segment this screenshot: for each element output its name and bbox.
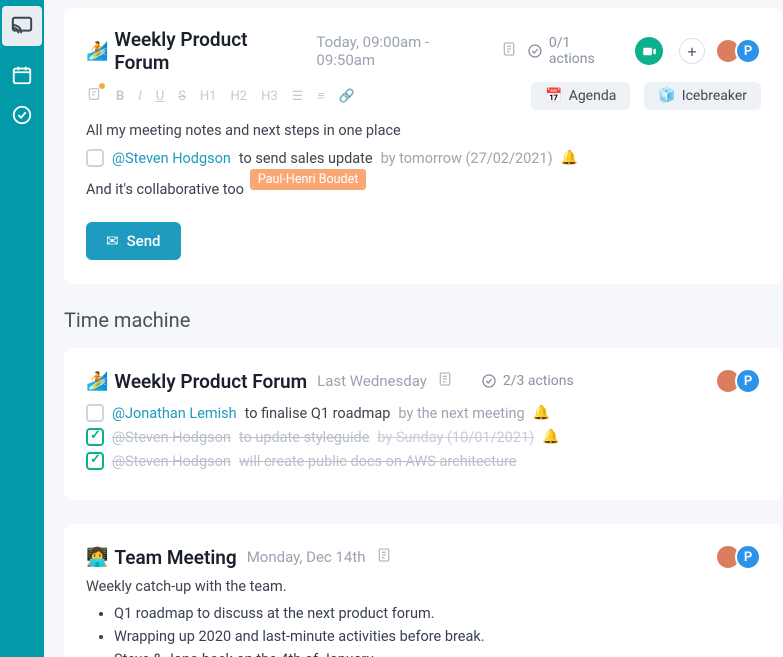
task-due: by the next meeting [398,405,524,422]
video-button[interactable] [635,37,663,65]
task-checkbox[interactable] [86,404,104,422]
meeting-card-current: 🏄 Weekly Product Forum Today, 09:00am - … [64,8,783,284]
meeting-emoji: 🏄 [86,41,108,62]
underline-button[interactable]: U [156,89,164,104]
meeting-bullets: Q1 roadmap to discuss at the next produc… [86,605,761,657]
meeting-emoji: 🏄 [86,371,108,392]
strike-button[interactable]: S [178,89,186,104]
collab-text[interactable]: And it's collaborative too Paul-Henri Bo… [86,179,761,200]
ice-icon: 🧊 [658,88,675,104]
task-checkbox[interactable] [86,149,104,167]
meeting-time: Last Wednesday [317,372,427,390]
actions-count[interactable]: 2/3 actions [481,373,574,389]
numbered-list-button[interactable]: ≡ [317,88,325,104]
doc-icon[interactable] [376,546,392,568]
attendee-avatars[interactable]: P [721,544,761,570]
meeting-note-text[interactable]: All my meeting notes and next steps in o… [86,122,761,139]
task-row: @Steven Hodgson to send sales update by … [86,149,761,167]
task-text: to send sales update [239,150,373,167]
task-text: to update styleguide [239,429,370,446]
avatar: P [735,544,761,570]
meeting-time: Today, 09:00am - 09:50am [316,33,491,69]
mention[interactable]: @Jonathan Lemish [112,405,237,422]
main-content: 🏄 Weekly Product Forum Today, 09:00am - … [44,0,783,657]
list-item: Steve & Jono back on the 4th of January. [114,651,761,657]
list-item: Q1 roadmap to discuss at the next produc… [114,605,761,622]
meeting-time: Monday, Dec 14th [247,548,366,566]
calendar-icon: 📅 [545,88,562,104]
reminder-icon[interactable]: 🔔 [561,150,578,166]
mail-icon: ✉ [106,232,119,250]
meeting-emoji: 👩‍💻 [86,547,108,568]
actions-count[interactable]: 0/1 actions [527,35,619,67]
task-text: will create public docs on AWS architect… [239,453,517,470]
meeting-title: 🏄 Weekly Product Forum [86,370,307,393]
cast-button[interactable] [2,6,42,46]
doc-icon[interactable] [501,40,517,62]
attendee-avatars[interactable]: P [721,368,761,394]
note-icon[interactable] [86,86,102,106]
link-button[interactable]: 🔗 [339,89,355,104]
calendar-nav[interactable] [11,64,33,90]
add-button[interactable]: + [679,38,705,64]
send-button[interactable]: ✉ Send [86,222,181,260]
reminder-icon[interactable]: 🔔 [542,429,559,445]
h1-button[interactable]: H1 [200,89,217,104]
task-row: @Steven Hodgson will create public docs … [86,452,761,470]
mention[interactable]: @Steven Hodgson [112,453,231,470]
list-item: Wrapping up 2020 and last-minute activit… [114,628,761,645]
editor-toolbar: B I U S H1 H2 H3 ☰ ≡ 🔗 📅 Agenda 🧊 Icebre… [86,82,761,110]
attendee-avatars[interactable]: P [721,38,761,64]
italic-button[interactable]: I [138,89,141,104]
h2-button[interactable]: H2 [230,89,247,104]
agenda-button[interactable]: 📅 Agenda [531,82,630,110]
meeting-title: 🏄 Weekly Product Forum [86,28,306,74]
collab-cursor-label: Paul-Henri Boudet [250,169,366,190]
meeting-intro: Weekly catch-up with the team. [86,578,761,595]
task-checkbox[interactable] [86,452,104,470]
pending-nav[interactable] [11,104,33,130]
bold-button[interactable]: B [116,89,124,104]
task-due: by Sunday (10/01/2021) [377,429,534,446]
task-row: @Jonathan Lemish to finalise Q1 roadmap … [86,404,761,422]
past-meeting-card: 👩‍💻 Team Meeting Monday, Dec 14th P Week… [64,524,783,657]
mention[interactable]: @Steven Hodgson [112,150,231,167]
task-checkbox[interactable] [86,428,104,446]
icebreaker-button[interactable]: 🧊 Icebreaker [644,82,761,110]
task-row: @Steven Hodgson to update styleguide by … [86,428,761,446]
task-due: by tomorrow (27/02/2021) [381,150,553,167]
list-button[interactable]: ☰ [292,89,304,104]
task-text: to finalise Q1 roadmap [245,405,391,422]
sidebar [0,0,44,657]
past-meeting-card: 🏄 Weekly Product Forum Last Wednesday 2/… [64,348,783,500]
reminder-icon[interactable]: 🔔 [533,405,550,421]
mention[interactable]: @Steven Hodgson [112,429,231,446]
time-machine-heading: Time machine [64,308,783,332]
avatar: P [735,368,761,394]
doc-icon[interactable] [437,370,453,392]
meeting-title: 👩‍💻 Team Meeting [86,546,237,569]
h3-button[interactable]: H3 [261,89,278,104]
avatar: P [735,38,761,64]
